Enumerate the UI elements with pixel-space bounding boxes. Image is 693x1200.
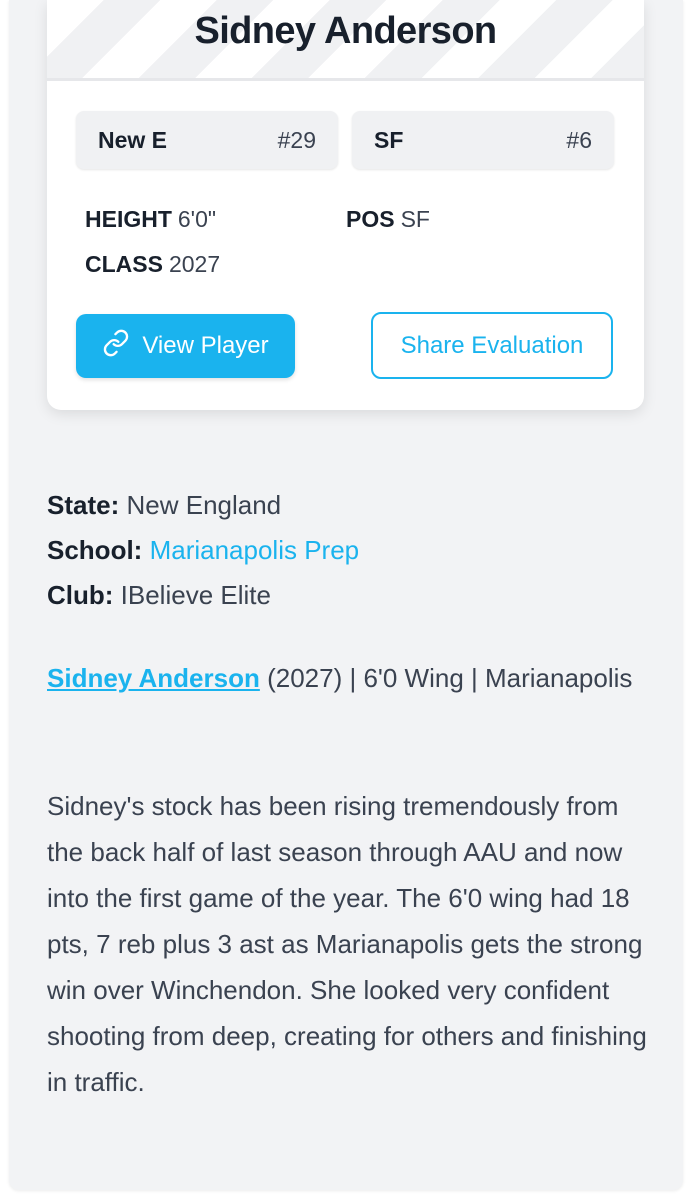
team-label: New E	[98, 126, 168, 153]
player-name-link[interactable]: Sidney Anderson	[47, 663, 260, 693]
player-card-header: Sidney Anderson	[47, 0, 644, 81]
summary-text: (2027) | 6'0 Wing | Marianapolis	[259, 663, 633, 693]
evaluation-text: Sidney's stock has been rising tremendou…	[47, 791, 647, 1097]
state-row: State: New England	[47, 490, 281, 521]
link-icon	[102, 329, 130, 364]
share-evaluation-button[interactable]: Share Evaluation	[371, 312, 613, 379]
pos-stat: POS SF	[346, 206, 430, 233]
pos-label: POS	[346, 206, 395, 232]
class-label: CLASS	[85, 251, 163, 277]
school-label: School:	[47, 535, 143, 565]
team-number: #29	[277, 126, 316, 153]
height-value: 6'0"	[177, 206, 217, 232]
pos-value: SF	[400, 206, 430, 232]
class-value: 2027	[168, 251, 221, 277]
position-chip: SF #6	[352, 111, 614, 169]
view-player-button[interactable]: View Player	[76, 314, 295, 378]
share-evaluation-label: Share Evaluation	[400, 331, 584, 359]
state-value: New England	[126, 490, 282, 520]
view-player-label: View Player	[142, 332, 269, 359]
club-value: IBelieve Elite	[120, 580, 271, 610]
club-label: Club:	[47, 580, 114, 610]
club-row: Club: IBelieve Elite	[47, 580, 271, 611]
class-stat: CLASS 2027	[85, 251, 220, 278]
player-card: Sidney Anderson New E #29 SF #6 HEIGHT 6'…	[47, 0, 644, 410]
school-link[interactable]: Marianapolis Prep	[150, 535, 360, 565]
position-label: SF	[374, 126, 404, 153]
state-label: State:	[47, 490, 120, 520]
height-label: HEIGHT	[85, 206, 172, 232]
position-number: #6	[566, 126, 592, 153]
height-stat: HEIGHT 6'0"	[85, 206, 216, 233]
team-chip: New E #29	[76, 111, 338, 169]
player-summary: Sidney Anderson (2027) | 6'0 Wing | Mari…	[47, 656, 647, 701]
player-name: Sidney Anderson	[194, 10, 497, 52]
school-row: School: Marianapolis Prep	[47, 535, 359, 566]
